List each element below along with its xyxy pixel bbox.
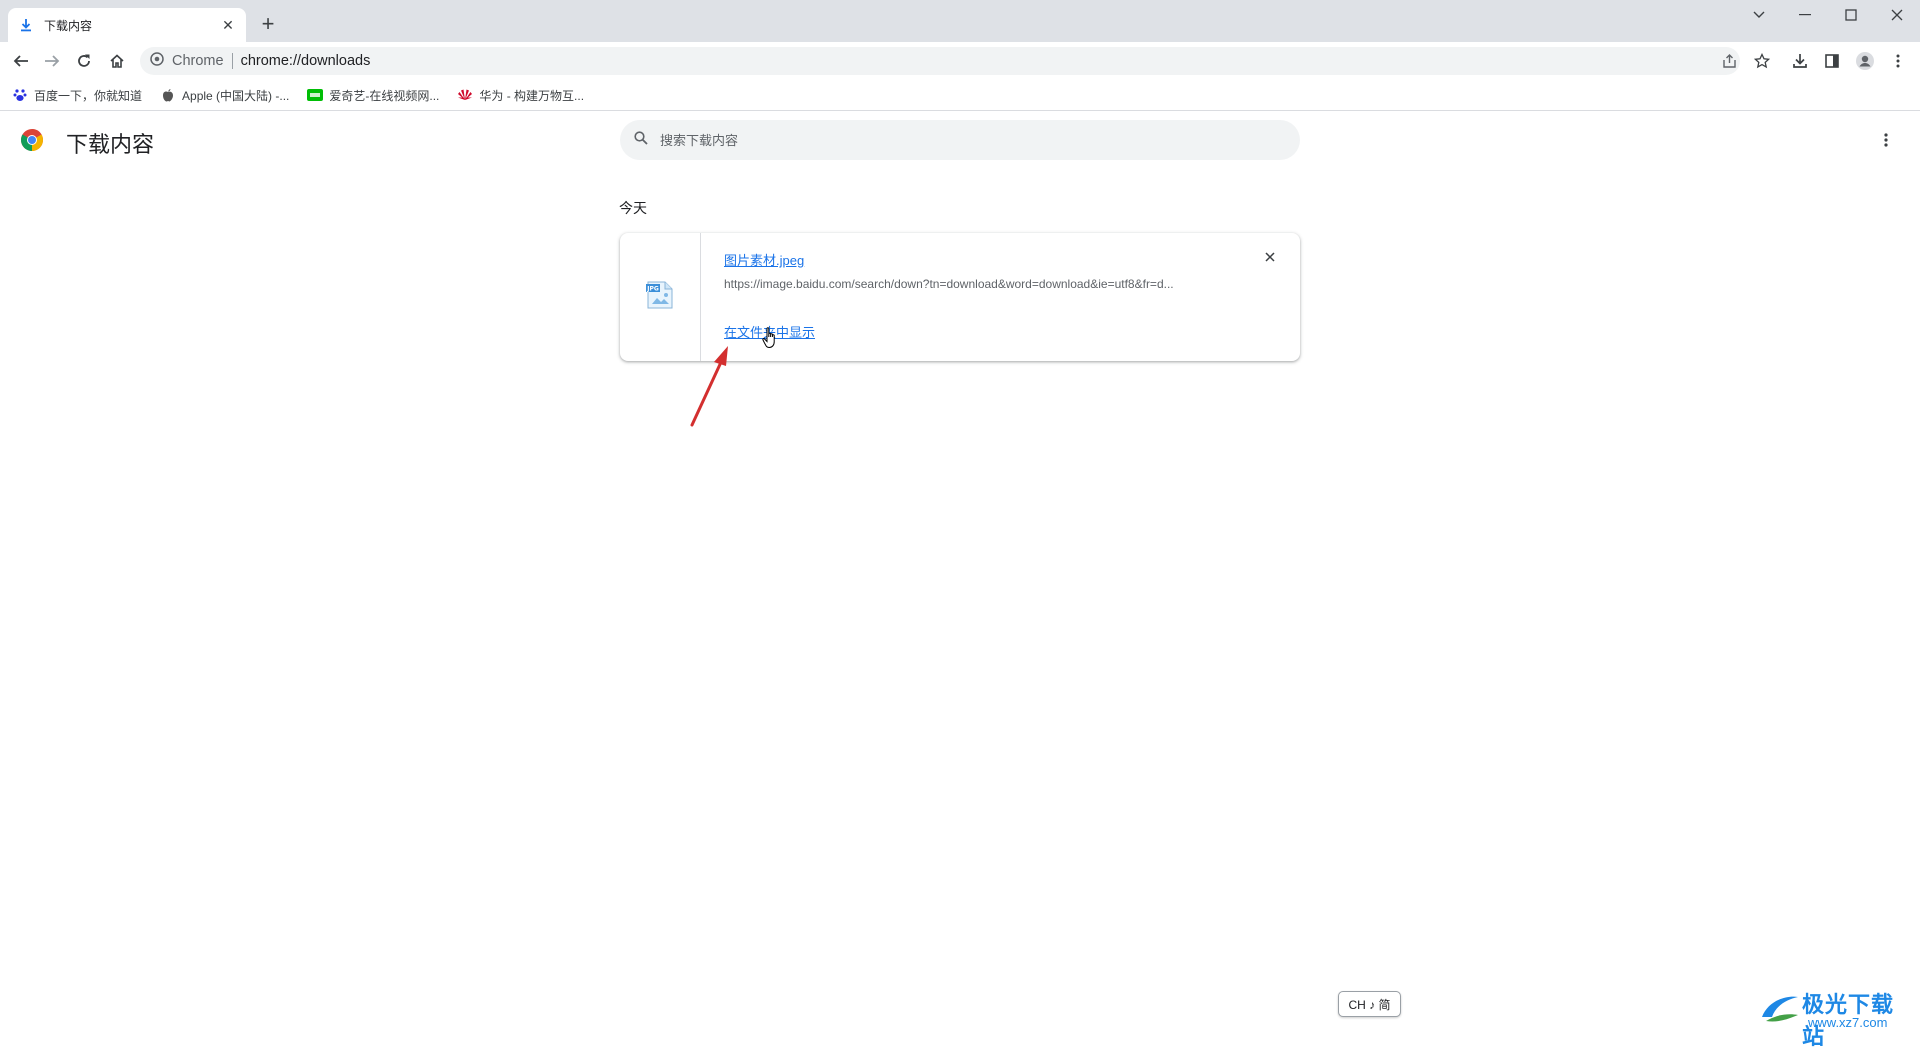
bookmarks-bar: 百度一下，你就知道 Apple (中国大陆) -... 爱奇艺-在线视频网...…	[0, 80, 1920, 111]
watermark-logo-icon	[1762, 996, 1798, 1022]
bookmark-baidu[interactable]: 百度一下，你就知道	[12, 87, 142, 104]
tab-close-icon[interactable]: ✕	[220, 17, 236, 33]
download-icon	[18, 17, 34, 33]
more-actions-icon[interactable]	[1876, 128, 1896, 152]
remove-download-icon[interactable]	[1260, 247, 1280, 267]
bookmark-star-icon[interactable]	[1748, 47, 1776, 75]
ime-indicator[interactable]: CH ♪ 简	[1338, 991, 1401, 1017]
toolbar: Chrome chrome://downloads	[0, 42, 1920, 80]
omnibox-divider	[231, 53, 233, 69]
home-icon[interactable]	[103, 47, 131, 75]
profile-avatar-icon[interactable]	[1851, 47, 1879, 75]
annotation-arrow	[690, 346, 728, 427]
search-icon	[634, 130, 648, 150]
jpg-file-icon: JPG	[644, 279, 676, 316]
tab-strip: 下载内容 ✕ +	[0, 0, 1920, 42]
tab-downloads[interactable]: 下载内容 ✕	[8, 8, 246, 42]
bookmark-label: Apple (中国大陆) -...	[182, 88, 290, 103]
baidu-icon	[12, 87, 28, 103]
page-title: 下载内容	[66, 132, 155, 157]
side-panel-icon[interactable]	[1818, 47, 1846, 75]
chrome-logo-icon	[20, 128, 44, 152]
chrome-menu-icon[interactable]	[1884, 47, 1912, 75]
date-section-label: 今天	[619, 200, 647, 216]
download-source-url: https://image.baidu.com/search/down?tn=d…	[724, 277, 1174, 291]
share-icon[interactable]	[1716, 47, 1744, 75]
download-file-name-link[interactable]: 图片素材.jpeg	[724, 250, 804, 269]
reload-icon[interactable]	[70, 47, 98, 75]
back-icon[interactable]	[7, 47, 35, 75]
maximize-icon[interactable]	[1828, 0, 1874, 30]
bookmark-label: 百度一下，你就知道	[34, 88, 143, 103]
bookmark-label: 爱奇艺-在线视频网...	[329, 88, 440, 103]
search-field[interactable]	[620, 120, 1300, 160]
apple-icon	[160, 87, 176, 103]
watermark-url: www.xz7.com	[1808, 1015, 1888, 1030]
search-input[interactable]	[660, 132, 1220, 148]
bookmark-huawei[interactable]: 华为 - 构建万物互...	[457, 87, 584, 104]
omnibox-url[interactable]: chrome://downloads	[241, 53, 371, 69]
chrome-icon	[150, 51, 164, 71]
forward-icon[interactable]	[38, 47, 66, 75]
iqiyi-icon	[307, 87, 324, 103]
minimize-icon[interactable]	[1782, 0, 1828, 30]
new-tab-button[interactable]: +	[256, 12, 280, 36]
hand-cursor-icon	[762, 326, 780, 355]
downloads-toolbar-icon[interactable]	[1786, 47, 1814, 75]
tab-title: 下载内容	[44, 18, 93, 33]
tab-search-icon[interactable]	[1736, 0, 1782, 30]
huawei-icon	[457, 87, 473, 103]
bookmark-apple[interactable]: Apple (中国大陆) -...	[160, 87, 289, 104]
close-window-icon[interactable]	[1874, 0, 1920, 30]
site-watermark: 极光下载站 www.xz7.com	[1758, 985, 1908, 1050]
bookmark-label: 华为 - 构建万物互...	[479, 88, 585, 103]
omnibox-origin: Chrome	[172, 53, 224, 69]
address-bar[interactable]: Chrome chrome://downloads	[140, 47, 1740, 75]
file-type-badge: JPG	[646, 285, 659, 292]
bookmark-iqiyi[interactable]: 爱奇艺-在线视频网...	[307, 87, 439, 104]
